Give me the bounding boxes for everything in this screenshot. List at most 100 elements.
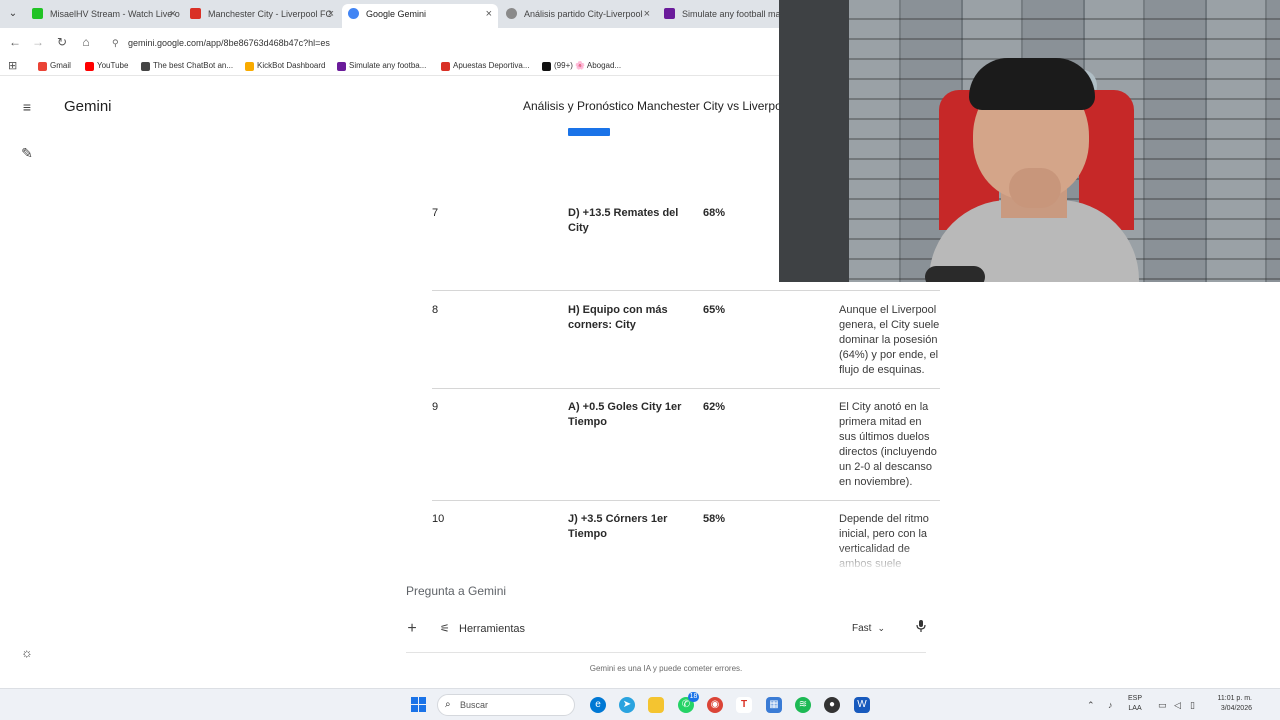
bookmark-kickbot[interactable]: KickBot Dashboard bbox=[245, 59, 325, 73]
table-row: 8 H) Equipo con más corners: City 65% Au… bbox=[432, 290, 940, 388]
clock-time: 11:01 p. m. bbox=[1217, 695, 1252, 702]
bookmark-apuestas[interactable]: Apuestas Deportiva... bbox=[441, 59, 529, 73]
row-number: 7 bbox=[432, 207, 439, 219]
screen: ⌄ MisaelHV Stream - Watch Live o × Manch… bbox=[0, 0, 1280, 720]
bookmark-tiktok[interactable]: (99+) 🌸 Abogad... bbox=[542, 59, 621, 73]
bookmark-chatbot[interactable]: The best ChatBot an... bbox=[141, 59, 233, 73]
tray-chevron-icon[interactable]: ⌃ bbox=[1087, 697, 1095, 713]
obs-icon[interactable]: ● bbox=[824, 697, 840, 713]
chrome-icon[interactable]: ◉ bbox=[707, 697, 723, 713]
tab-close-icon[interactable]: × bbox=[170, 4, 176, 24]
row-number: 9 bbox=[432, 401, 439, 413]
gmail-icon bbox=[38, 62, 47, 71]
microphone-glyph bbox=[916, 620, 926, 632]
tab-favicon bbox=[506, 8, 517, 19]
url-text: gemini.google.com/app/8be86763d468b47c?h… bbox=[128, 38, 330, 48]
typing-app-icon[interactable]: T bbox=[736, 697, 752, 713]
microphone-icon[interactable] bbox=[913, 619, 929, 637]
row-note: Aunque el Liverpool genera, el City suel… bbox=[839, 304, 940, 376]
dark-door bbox=[779, 0, 849, 282]
row-number: 10 bbox=[432, 513, 445, 525]
prompt-input[interactable]: Pregunta a Gemini bbox=[406, 584, 506, 598]
person-hair bbox=[969, 58, 1095, 110]
taskbar-search[interactable]: ⌕ Buscar bbox=[437, 694, 575, 716]
spotify-icon[interactable]: ≋ bbox=[795, 697, 811, 713]
language-indicator[interactable]: ESP LAA bbox=[1128, 694, 1142, 714]
tab-close-icon[interactable]: × bbox=[644, 4, 650, 24]
tab-close-icon[interactable]: × bbox=[328, 4, 334, 24]
tab-label: Manchester City - Liverpool FC bbox=[208, 9, 333, 19]
file-explorer-icon[interactable] bbox=[648, 697, 664, 713]
row-percentage: 58% bbox=[703, 513, 726, 525]
tab-favicon bbox=[32, 8, 43, 19]
row-divider bbox=[432, 290, 940, 291]
bookmark-simulate[interactable]: Simulate any footba... bbox=[337, 59, 426, 73]
tab-search-chevron-icon[interactable]: ⌄ bbox=[4, 6, 22, 22]
edge-icon[interactable]: e bbox=[590, 697, 606, 713]
add-attachment-button[interactable]: + bbox=[402, 619, 422, 639]
bookmark-label: KickBot Dashboard bbox=[257, 61, 326, 70]
menu-icon[interactable]: ≡ bbox=[18, 98, 36, 116]
clock[interactable]: 11:01 p. m. 3/04/2026 bbox=[1206, 694, 1252, 714]
webcam-overlay bbox=[779, 0, 1280, 282]
browser-tab[interactable]: MisaelHV Stream - Watch Live o × bbox=[26, 4, 182, 28]
person-hand bbox=[1009, 168, 1061, 208]
tab-favicon bbox=[190, 8, 201, 19]
row-number: 8 bbox=[432, 304, 439, 316]
apuestas-icon bbox=[441, 62, 450, 71]
bookmark-label: Simulate any footba... bbox=[349, 61, 427, 70]
network-icon[interactable]: ▭ bbox=[1158, 697, 1167, 713]
tab-label: Simulate any football match bbox=[682, 9, 793, 19]
telegram-icon[interactable]: ➤ bbox=[619, 697, 635, 713]
battery-icon[interactable]: ▯ bbox=[1190, 697, 1195, 713]
apps-grid-icon[interactable]: ⊞ bbox=[8, 59, 17, 72]
row-pick: D) +13.5 Remates del City bbox=[568, 207, 679, 234]
model-mode-dropdown[interactable]: Fast ⌄ bbox=[852, 619, 885, 637]
home-icon[interactable]: ⌂ bbox=[77, 33, 95, 51]
whatsapp-icon[interactable]: ✆ 18 bbox=[678, 692, 699, 713]
back-arrow-icon[interactable]: ← bbox=[6, 33, 24, 51]
bookmark-label: (99+) 🌸 Abogad... bbox=[554, 61, 622, 70]
row-percentage: 65% bbox=[703, 304, 726, 316]
microphone bbox=[925, 266, 985, 282]
clock-date: 3/04/2026 bbox=[1220, 705, 1252, 712]
browser-tab[interactable]: Manchester City - Liverpool FC × bbox=[184, 4, 340, 28]
tools-sliders-icon: ⚟ bbox=[440, 623, 450, 635]
tiktok-icon bbox=[542, 62, 551, 71]
tools-label: Herramientas bbox=[459, 623, 526, 635]
search-icon: ⌕ bbox=[445, 699, 451, 710]
tools-button[interactable]: ⚟ Herramientas bbox=[440, 620, 525, 638]
settings-gear-icon[interactable]: ☼ bbox=[18, 644, 36, 662]
row-pick: J) +3.5 Córners 1er Tiempo bbox=[568, 513, 668, 540]
tab-favicon bbox=[348, 8, 359, 19]
tab-label: Google Gemini bbox=[366, 9, 427, 19]
word-icon[interactable]: W bbox=[854, 697, 870, 713]
windows-start-icon[interactable] bbox=[411, 697, 427, 713]
microphone-tray-icon[interactable]: ♪ bbox=[1108, 697, 1113, 713]
row-divider bbox=[432, 388, 940, 389]
bookmark-label: Apuestas Deportiva... bbox=[453, 61, 530, 70]
reload-icon[interactable]: ↻ bbox=[53, 33, 71, 51]
chatbot-icon bbox=[141, 62, 150, 71]
youtube-icon bbox=[85, 62, 94, 71]
browser-tab-active[interactable]: Google Gemini × bbox=[342, 4, 498, 28]
volume-icon[interactable]: ◁ bbox=[1174, 697, 1181, 713]
row-percentage: 68% bbox=[703, 207, 726, 219]
bookmark-youtube[interactable]: YouTube bbox=[85, 59, 128, 73]
calculator-icon[interactable]: ▦ bbox=[766, 697, 782, 713]
bookmark-gmail[interactable]: Gmail bbox=[38, 59, 71, 73]
address-bar[interactable]: ⚲ gemini.google.com/app/8be86763d468b47c… bbox=[110, 34, 770, 52]
tab-close-icon[interactable]: × bbox=[486, 4, 492, 24]
row-pick: A) +0.5 Goles City 1er Tiempo bbox=[568, 401, 682, 428]
forward-arrow-icon[interactable]: → bbox=[29, 33, 47, 51]
lang-top: ESP bbox=[1128, 695, 1143, 702]
notification-badge: 18 bbox=[688, 692, 699, 702]
search-label: Buscar bbox=[460, 700, 489, 710]
browser-tab[interactable]: Análisis partido City-Liverpool × bbox=[500, 4, 656, 28]
row-divider bbox=[432, 500, 940, 501]
browser-tab[interactable]: Simulate any football match bbox=[658, 4, 798, 28]
gemini-logo-text[interactable]: Gemini bbox=[64, 98, 112, 115]
site-info-icon[interactable]: ⚲ bbox=[112, 34, 119, 52]
folder-icon bbox=[245, 62, 254, 71]
bookmark-label: The best ChatBot an... bbox=[153, 61, 234, 70]
